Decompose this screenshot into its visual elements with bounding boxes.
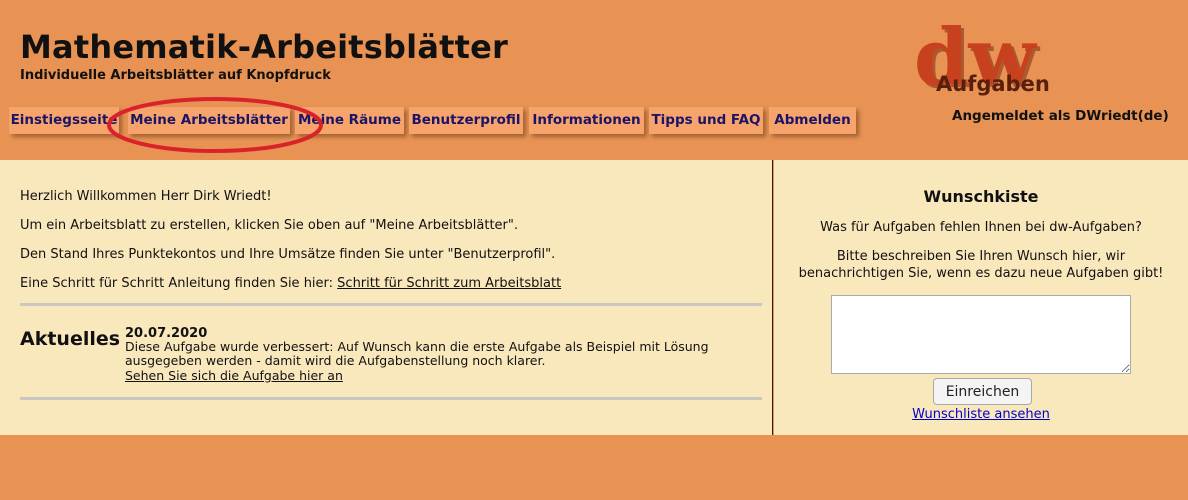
- wishlist-link[interactable]: Wunschliste ansehen: [912, 407, 1050, 422]
- welcome-text: Herzlich Willkommen Herr Dirk Wriedt!: [20, 189, 272, 204]
- wish-box-question: Was für Aufgaben fehlen Ihnen bei dw-Auf…: [820, 220, 1142, 235]
- submit-wish-button[interactable]: Einreichen: [933, 378, 1032, 405]
- nav-informationen[interactable]: Informationen: [529, 107, 644, 134]
- logo-sub-text: Aufgaben: [936, 72, 1050, 96]
- points-info-text: Den Stand Ihres Punktekontos und Ihre Um…: [20, 247, 556, 262]
- wish-input[interactable]: [831, 295, 1131, 374]
- nav-einstiegsseite[interactable]: Einstiegsseite: [9, 107, 119, 134]
- news-text: Diese Aufgabe wurde verbessert: Auf Wuns…: [125, 339, 709, 368]
- news-heading: Aktuelles: [20, 328, 121, 350]
- main-content: Herzlich Willkommen Herr Dirk Wriedt! Um…: [0, 160, 773, 435]
- instruction-text: Um ein Arbeitsblatt zu erstellen, klicke…: [20, 218, 518, 233]
- divider: [20, 303, 762, 306]
- wish-box-description: Bitte beschreiben Sie Ihren Wunsch hier,…: [774, 248, 1188, 282]
- news-link[interactable]: Sehen Sie sich die Aufgabe hier an: [125, 368, 343, 383]
- nav-benutzerprofil[interactable]: Benutzerprofil: [409, 107, 523, 134]
- login-status: Angemeldet als DWriedt(de): [952, 108, 1169, 124]
- site-title: Mathematik-Arbeitsblätter: [20, 28, 508, 66]
- wish-box-title: Wunschkiste: [923, 187, 1039, 206]
- dw-aufgaben-logo[interactable]: dw dw Aufgaben: [910, 12, 1170, 106]
- wish-box-description-line: Bitte beschreiben Sie Ihren Wunsch hier,…: [836, 249, 1126, 264]
- wish-box-panel: Wunschkiste Was für Aufgaben fehlen Ihne…: [774, 160, 1188, 435]
- nav-abmelden[interactable]: Abmelden: [769, 107, 856, 134]
- wishlist-link-wrapper: Wunschliste ansehen: [774, 407, 1188, 422]
- site-subtitle: Individuelle Arbeitsblätter auf Knopfdru…: [20, 68, 331, 83]
- wish-box-description-line: benachrichtigen Sie, wenn es dazu neue A…: [798, 266, 1164, 281]
- guide-link[interactable]: Schritt für Schritt zum Arbeitsblatt: [337, 276, 561, 291]
- news-link-wrapper: Sehen Sie sich die Aufgabe hier an: [125, 368, 343, 383]
- nav-tipps-faq[interactable]: Tipps und FAQ: [649, 107, 763, 134]
- guide-text: Eine Schritt für Schritt Anleitung finde…: [20, 276, 561, 291]
- divider: [20, 397, 762, 400]
- nav-meine-arbeitsblaetter[interactable]: Meine Arbeitsblätter: [128, 107, 290, 134]
- guide-prefix: Eine Schritt für Schritt Anleitung finde…: [20, 276, 338, 291]
- nav-meine-raeume[interactable]: Meine Räume: [295, 107, 404, 134]
- page-header: Mathematik-Arbeitsblätter Individuelle A…: [0, 0, 1188, 160]
